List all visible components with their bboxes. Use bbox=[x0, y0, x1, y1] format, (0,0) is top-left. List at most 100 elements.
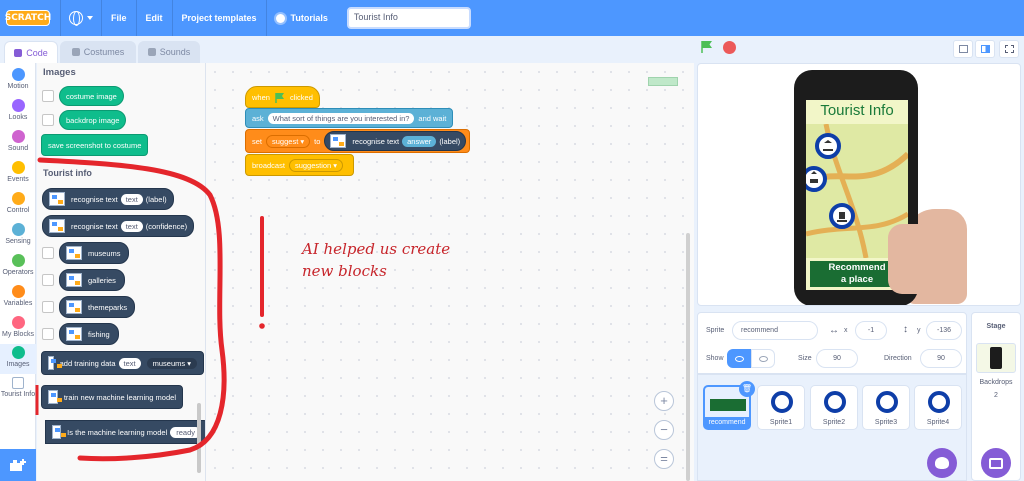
sprite-name-input[interactable]: recommend bbox=[732, 321, 818, 340]
tab-sounds[interactable]: Sounds bbox=[138, 41, 200, 63]
edit-menu[interactable]: Edit bbox=[135, 0, 172, 36]
small-stage-icon bbox=[959, 45, 968, 53]
sound-dot-icon bbox=[11, 130, 25, 143]
costume-image-block[interactable]: costume image bbox=[59, 86, 124, 106]
tab-code[interactable]: Code bbox=[4, 41, 58, 63]
block-text: to bbox=[314, 136, 321, 146]
variable-dropdown[interactable]: suggest ▾ bbox=[266, 134, 311, 148]
size-label: Size bbox=[798, 355, 812, 362]
zoom-reset-button[interactable]: = bbox=[654, 449, 674, 469]
answer-reporter[interactable]: answer bbox=[402, 135, 437, 147]
motion-dot-icon bbox=[11, 68, 25, 81]
ring-thumbnail bbox=[771, 391, 793, 413]
sprite-tile-sprite2[interactable]: Sprite2 bbox=[810, 385, 858, 430]
direction-label: Direction bbox=[884, 355, 912, 362]
add-backdrop-button[interactable] bbox=[981, 448, 1011, 478]
category-sound[interactable]: Sound bbox=[0, 130, 36, 152]
x-input[interactable]: -1 bbox=[855, 321, 887, 340]
size-input[interactable]: 90 bbox=[816, 349, 858, 368]
phone-thumbnail-icon bbox=[990, 347, 1002, 369]
show-hidden-button[interactable] bbox=[751, 349, 775, 368]
stage-canvas[interactable]: Tourist Info Recommend a place bbox=[697, 63, 1021, 306]
script-scrollbar[interactable] bbox=[686, 233, 690, 481]
ring-thumbnail bbox=[876, 391, 898, 413]
tab-code-label: Code bbox=[26, 47, 48, 58]
fullscreen-icon bbox=[1005, 45, 1014, 53]
fullscreen-button[interactable] bbox=[999, 40, 1019, 58]
backdrops-count: 2 bbox=[994, 392, 998, 399]
green-flag-button[interactable] bbox=[700, 40, 714, 54]
x-label: x bbox=[844, 327, 848, 334]
stage-title: Stage bbox=[986, 323, 1006, 330]
minimap[interactable] bbox=[648, 77, 678, 86]
ring-thumbnail bbox=[824, 391, 846, 413]
category-looks[interactable]: Looks bbox=[0, 99, 36, 121]
block-text: clicked bbox=[289, 92, 313, 102]
script-area[interactable]: when clicked ask What sort of things are y… bbox=[206, 63, 694, 481]
direction-input[interactable]: 90 bbox=[920, 349, 962, 368]
large-stage-icon bbox=[981, 45, 990, 53]
looks-dot-icon bbox=[11, 99, 25, 112]
question-input[interactable]: What sort of things are you interested i… bbox=[267, 112, 415, 124]
scratch-logo[interactable]: SCRATCH bbox=[5, 10, 51, 26]
sprite-name: recommend bbox=[705, 417, 749, 428]
tutorials-label: Tutorials bbox=[290, 13, 328, 23]
language-menu[interactable] bbox=[60, 0, 101, 36]
sprite-tile-recommend[interactable]: 🗑 recommend bbox=[703, 381, 755, 430]
backdrop-thumbnail bbox=[976, 343, 1016, 373]
sprite-name: Sprite4 bbox=[926, 419, 950, 426]
lightbulb-icon bbox=[275, 13, 285, 23]
ask-and-wait-block[interactable]: ask What sort of things are you intereste… bbox=[245, 108, 454, 128]
brush-icon bbox=[71, 48, 80, 56]
sprite-name: Sprite2 bbox=[822, 419, 846, 426]
images-section-title: Images bbox=[43, 67, 76, 78]
vertical-arrows-icon: ↕ bbox=[903, 324, 908, 335]
code-icon bbox=[14, 48, 23, 57]
sprite-name: Sprite1 bbox=[769, 419, 793, 426]
sprite-info-panel: Sprite recommend ↔ x -1 ↕ y -136 Show Si… bbox=[697, 312, 967, 374]
horizontal-arrows-icon: ↔ bbox=[829, 325, 839, 336]
tab-costumes-label: Costumes bbox=[83, 47, 125, 57]
sprite-name: Sprite3 bbox=[874, 419, 898, 426]
when-flag-clicked-block[interactable]: when clicked bbox=[245, 86, 320, 108]
project-templates-menu[interactable]: Project templates bbox=[171, 0, 266, 36]
show-visible-button[interactable] bbox=[727, 349, 751, 368]
backdrop-image-block[interactable]: backdrop image bbox=[59, 110, 127, 130]
message-dropdown[interactable]: suggestion ▾ bbox=[288, 158, 344, 172]
category-label: Motion bbox=[7, 83, 29, 90]
category-motion[interactable]: Motion bbox=[0, 68, 36, 90]
stop-button[interactable] bbox=[723, 41, 736, 54]
sprite-thumbnail bbox=[710, 399, 746, 411]
ml-model-icon bbox=[330, 134, 347, 148]
file-menu[interactable]: File bbox=[101, 0, 136, 36]
sprite-tile-sprite4[interactable]: Sprite4 bbox=[914, 385, 962, 430]
chevron-down-icon bbox=[87, 16, 93, 20]
annotation-text: AI helped us create new blocks bbox=[302, 240, 451, 280]
eye-slash-icon bbox=[758, 355, 768, 362]
y-label: y bbox=[917, 327, 921, 334]
backdrop-icon bbox=[989, 457, 1003, 469]
y-input[interactable]: -136 bbox=[926, 321, 962, 340]
dropdown-value: suggest bbox=[272, 136, 299, 146]
add-sprite-button[interactable] bbox=[927, 448, 957, 478]
show-label: Show bbox=[706, 355, 724, 362]
checkbox[interactable] bbox=[42, 114, 54, 126]
block-text: (label) bbox=[439, 136, 461, 146]
zoom-out-button[interactable]: − bbox=[654, 420, 674, 440]
tab-costumes[interactable]: Costumes bbox=[60, 41, 136, 63]
block-text: when bbox=[252, 92, 270, 102]
sprite-tile-sprite1[interactable]: Sprite1 bbox=[757, 385, 805, 430]
recognise-text-reporter[interactable]: recognise text answer (label) bbox=[324, 131, 467, 151]
set-variable-block[interactable]: set suggest ▾ to recognise text answer (label… bbox=[245, 129, 471, 153]
checkbox[interactable] bbox=[42, 90, 54, 102]
delete-sprite-icon[interactable]: 🗑 bbox=[739, 381, 755, 397]
large-stage-button[interactable] bbox=[975, 40, 995, 58]
project-title-input[interactable]: Tourist Info bbox=[346, 7, 471, 29]
category-label: Looks bbox=[8, 114, 28, 121]
globe-icon bbox=[69, 11, 83, 26]
zoom-in-button[interactable]: + bbox=[654, 391, 674, 411]
small-stage-button[interactable] bbox=[953, 40, 973, 58]
tutorials-menu[interactable]: Tutorials bbox=[265, 0, 337, 36]
block-text: and wait bbox=[418, 113, 447, 123]
sprite-tile-sprite3[interactable]: Sprite3 bbox=[862, 385, 910, 430]
